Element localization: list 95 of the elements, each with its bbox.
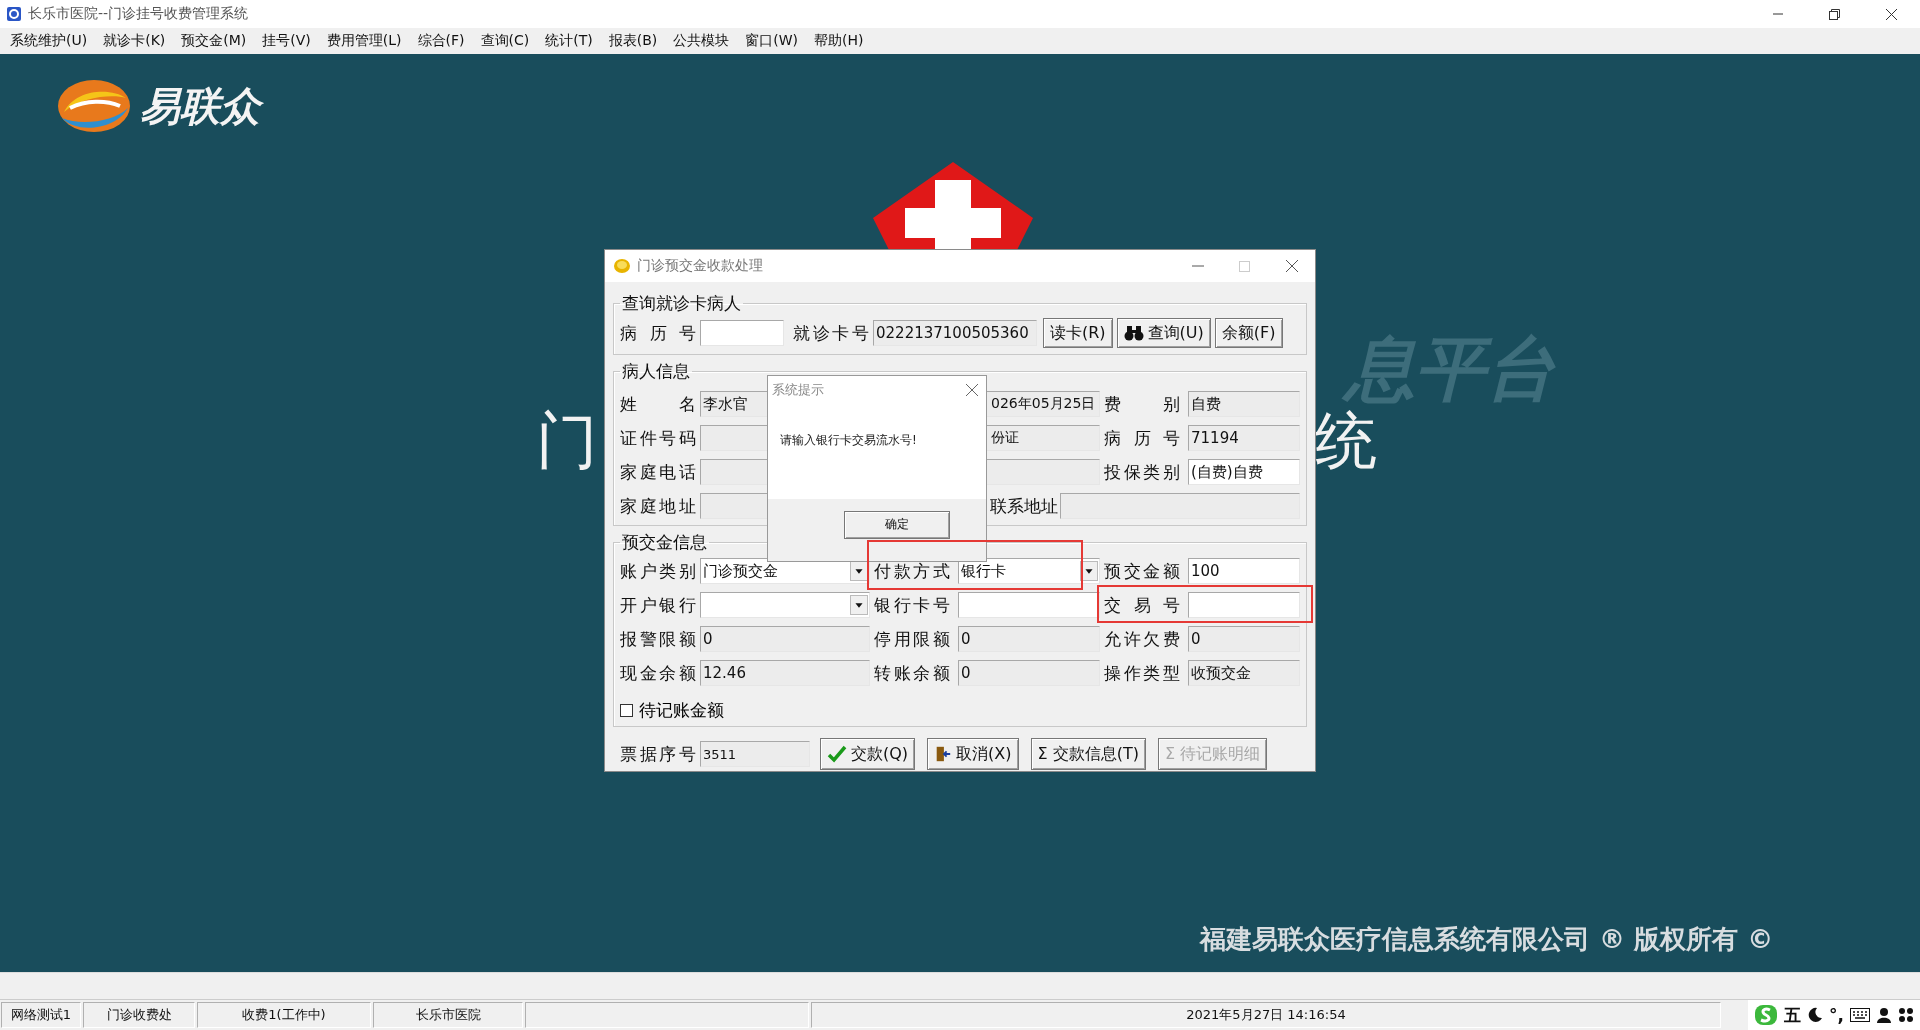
status-panel: 收费1(工作中) — [197, 1002, 371, 1028]
input-field[interactable]: 0 — [958, 626, 1100, 652]
moon-icon[interactable] — [1807, 1007, 1824, 1023]
input-field[interactable]: 0 — [958, 660, 1100, 686]
checkmark-icon — [827, 744, 847, 764]
background-title: 统 — [1315, 404, 1377, 479]
button[interactable]: 取消(X) — [927, 738, 1019, 770]
ime-mode-indicator[interactable]: 五 — [1784, 1003, 1802, 1027]
menu-item[interactable]: 挂号(V) — [254, 32, 319, 50]
menu-item[interactable]: 系统维护(U) — [2, 32, 96, 50]
input-field[interactable]: 0222137100505360 — [873, 320, 1037, 346]
field-label: 就诊卡号 — [793, 322, 869, 344]
grid-icon[interactable] — [1898, 1007, 1914, 1023]
field-label: 转账余额 — [874, 662, 950, 684]
restore-icon[interactable] — [1829, 8, 1840, 20]
punctuation-indicator[interactable]: °, — [1829, 1005, 1844, 1025]
menu-item[interactable]: 查询(C) — [472, 32, 538, 50]
button[interactable]: 读卡(R) — [1043, 318, 1113, 348]
close-icon[interactable] — [1285, 260, 1298, 272]
menu-item[interactable]: 帮助(H) — [806, 32, 872, 50]
dropdown[interactable]: 银行卡 — [958, 558, 1100, 584]
field-label: 家庭电话 — [620, 461, 696, 483]
input-field[interactable]: 3511 — [700, 741, 810, 767]
field-label: 现金余额 — [620, 662, 696, 684]
field-label: 交易号 — [1104, 594, 1180, 616]
app-icon — [6, 6, 22, 22]
field-label: 停用限额 — [874, 628, 950, 650]
field-label: 病历号 — [620, 322, 696, 344]
menu-item[interactable]: 公共模块 — [665, 32, 738, 50]
input-field[interactable]: 71194 — [1188, 425, 1300, 451]
minimize-icon[interactable] — [1772, 13, 1783, 15]
input-field[interactable]: 收预交金 — [1188, 660, 1300, 686]
background-title: 门 — [536, 403, 598, 479]
ok-button[interactable]: 确定 — [844, 511, 950, 539]
menu-item[interactable]: 费用管理(L) — [318, 32, 410, 50]
input-field[interactable]: (自费)自费 — [1188, 459, 1300, 485]
input-method-icon[interactable] — [1754, 1004, 1779, 1026]
close-icon[interactable] — [1886, 8, 1897, 20]
group-title: 病人信息 — [621, 360, 691, 382]
status-datetime: 2021年5月27日 14:16:54 — [811, 1002, 1721, 1028]
input-field[interactable] — [1060, 493, 1300, 519]
field-label: 联系地址 — [990, 495, 1058, 517]
field-label: 报警限额 — [620, 628, 696, 650]
field-label: 家庭地址 — [620, 495, 696, 517]
field-label: 允许欠费 — [1104, 628, 1180, 650]
button[interactable]: Σ 交款信息(T) — [1030, 738, 1146, 770]
copyright-text: 福建易联众医疗信息系统有限公司 ® 版权所有 © — [1200, 923, 1774, 956]
field-label: 病历号 — [1104, 427, 1180, 449]
menu-item[interactable]: 报表(B) — [600, 32, 666, 50]
dropdown[interactable]: 门诊预交金 — [700, 558, 870, 584]
group-title: 查询就诊卡病人 — [621, 292, 742, 314]
field-label: 付款方式 — [874, 560, 950, 582]
input-field[interactable]: 0 — [700, 626, 870, 652]
status-panel: 门诊收费处 — [83, 1002, 195, 1028]
coins-icon — [613, 258, 631, 274]
logo-icon — [56, 78, 132, 134]
menu-item[interactable]: 统计(T) — [537, 32, 601, 50]
field-label: 费别 — [1104, 393, 1180, 415]
close-icon[interactable] — [966, 384, 978, 396]
field-label: 预交金额 — [1104, 560, 1180, 582]
input-field[interactable]: 12.46 — [700, 660, 870, 686]
field-label: 操作类型 — [1104, 662, 1180, 684]
field-label: 银行卡号 — [874, 594, 950, 616]
input-field[interactable] — [700, 320, 784, 346]
field-label: 开户银行 — [620, 594, 696, 616]
checkbox[interactable] — [620, 703, 633, 717]
menu-item[interactable]: 综合(F) — [409, 32, 473, 50]
button[interactable]: 余额(F) — [1214, 318, 1283, 348]
status-panel: 长乐市医院 — [373, 1002, 523, 1028]
input-field[interactable]: 100 — [1188, 558, 1300, 584]
group-title: 预交金信息 — [621, 531, 708, 553]
menu-item[interactable]: 窗口(W) — [737, 32, 807, 50]
input-field[interactable]: 0 — [1188, 626, 1300, 652]
binoculars-icon — [1123, 325, 1144, 341]
button[interactable]: 交款(Q) — [820, 738, 916, 770]
dialog-title: 门诊预交金收款处理 — [637, 257, 763, 275]
button[interactable]: 查询(U) — [1116, 318, 1211, 348]
menu-item[interactable]: 就诊卡(K) — [95, 32, 174, 50]
status-panel: 网络测试1 — [1, 1002, 81, 1028]
door-exit-icon — [934, 745, 953, 763]
input-field[interactable] — [1188, 592, 1300, 618]
input-field[interactable] — [958, 592, 1100, 618]
field-label: 投保类别 — [1104, 461, 1180, 483]
menu-item[interactable]: 预交金(M) — [173, 32, 255, 50]
field-label: 票据序号 — [620, 743, 696, 765]
window-title: 长乐市医院--门诊挂号收费管理系统 — [28, 5, 249, 23]
field-label: 姓名 — [620, 393, 696, 415]
alert-title: 系统提示 — [772, 381, 824, 399]
user-icon[interactable] — [1876, 1007, 1892, 1023]
checkbox-label: 待记账金额 — [639, 700, 724, 720]
field-label: 账户类别 — [620, 560, 696, 582]
field-label: 证件号码 — [620, 427, 696, 449]
input-field[interactable]: 自费 — [1188, 391, 1300, 417]
keyboard-icon[interactable] — [1850, 1008, 1870, 1022]
logo-text: 易联众 — [138, 79, 270, 133]
